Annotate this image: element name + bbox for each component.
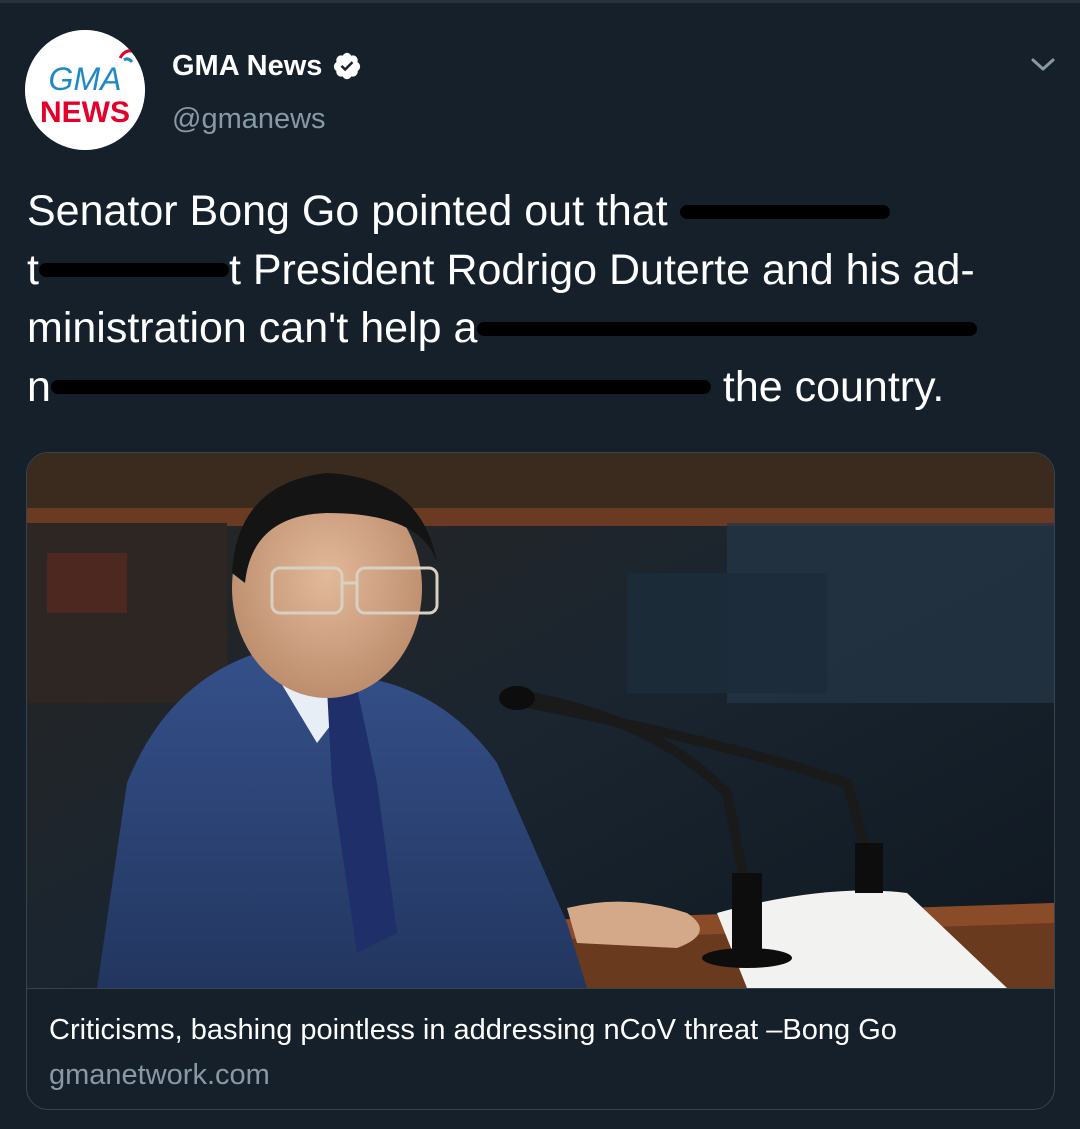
- tweet-text-segment: ministration can't help a: [27, 304, 478, 352]
- card-title[interactable]: Criticisms, bashing pointless in address…: [49, 1012, 897, 1048]
- link-card[interactable]: Criticisms, bashing pointless in address…: [26, 452, 1055, 1110]
- redaction-scribble: [50, 380, 711, 395]
- redaction-scribble: [679, 204, 890, 219]
- tweet-line: Senator Bong Go pointed out that: [27, 182, 1057, 241]
- tweet-text-segment: Senator Bong Go pointed out that: [27, 187, 680, 235]
- handle[interactable]: @gmanews: [172, 101, 326, 137]
- redaction-scribble: [38, 263, 229, 278]
- redaction-scribble: [477, 321, 978, 336]
- card-domain: gmanetwork.com: [49, 1059, 270, 1091]
- tweet-line: ministration can't help a: [27, 299, 1057, 358]
- avatar[interactable]: GMA NEWS: [25, 30, 145, 150]
- logo-text-bottom: NEWS: [40, 96, 130, 129]
- display-name[interactable]: GMA News: [172, 48, 362, 84]
- tweet-text-segment: the country.: [710, 362, 945, 411]
- senator-photo: [27, 453, 1054, 988]
- gma-logo-icon: GMA NEWS: [25, 30, 145, 150]
- tweet-line: n the country.: [27, 358, 1057, 417]
- tweet[interactable]: GMA NEWS GMA News @gmanews Senator Bong …: [0, 0, 1080, 1129]
- tweet-text-segment: t: [27, 245, 39, 294]
- logo-text-top: GMA: [49, 61, 122, 97]
- tweet-line: t t President Rodrigo Duterte and his ad-: [27, 241, 1057, 300]
- tweet-text-segment: t President Rodrigo Duterte and his ad-: [228, 245, 975, 294]
- card-image[interactable]: [27, 453, 1054, 989]
- chevron-down-icon[interactable]: [1026, 48, 1060, 82]
- verified-badge-icon: [332, 51, 362, 81]
- display-name-label: GMA News: [172, 50, 323, 82]
- tweet-text: Senator Bong Go pointed out that t t Pres…: [27, 182, 1057, 416]
- tweet-text-segment: n: [27, 362, 51, 411]
- divider: [0, 0, 1080, 3]
